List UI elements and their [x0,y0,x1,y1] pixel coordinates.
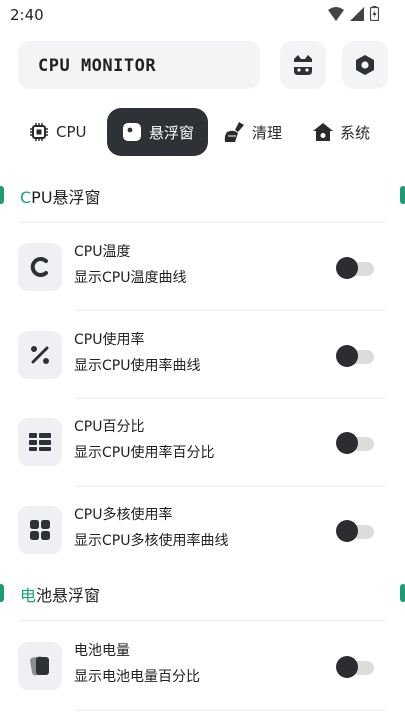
item-title: CPU多核使用率 [74,507,173,523]
tab-system[interactable]: 系统 [312,108,370,156]
list-item-cpu-percentage[interactable]: CPU百分比 显示CPU使用率百分比 [18,414,388,474]
list-item-cpu-usage[interactable]: CPU使用率 显示CPU使用率曲线 [18,327,388,387]
battery-cards-icon [18,642,62,690]
temperature-c-icon [18,243,62,291]
signal-icon [350,6,364,21]
status-bar: 2:40 [0,0,405,32]
toggle-cpu-percentage[interactable] [336,432,374,454]
four-squares-icon [18,506,62,554]
list-item-battery-level[interactable]: 电池电量 显示电池电量百分比 [18,638,388,698]
tab-clean[interactable]: 清理 [224,108,282,156]
divider [20,222,385,223]
item-subtitle: 显示CPU使用率曲线 [74,358,201,374]
top-bar: CPU MONITOR [18,41,390,89]
toggle-cpu-usage[interactable] [336,345,374,367]
section-title-battery: 电池悬浮窗 [20,586,101,605]
status-icons [328,6,379,21]
float-window-icon [121,121,143,143]
tab-label: 系统 [340,123,371,142]
edge-marker-right [400,584,405,602]
home-icon [312,121,334,143]
item-title: CPU百分比 [74,419,145,435]
tab-label: CPU [56,123,87,141]
theme-button[interactable] [280,41,326,89]
list-item-cpu-multicore[interactable]: CPU多核使用率 显示CPU多核使用率曲线 [18,502,388,562]
tab-float-window[interactable]: 悬浮窗 [107,108,209,156]
item-subtitle: 显示电池电量百分比 [74,669,200,685]
item-subtitle: 显示CPU温度曲线 [74,270,187,286]
divider [20,620,385,621]
divider [76,710,385,711]
list-item-cpu-temperature[interactable]: CPU温度 显示CPU温度曲线 [18,239,388,299]
section-title-cpu: CPU悬浮窗 [20,188,101,207]
wifi-icon [328,6,344,21]
toggle-battery-level[interactable] [336,656,374,678]
tab-cpu[interactable]: CPU [28,108,87,156]
settings-button[interactable] [342,41,388,89]
toggle-cpu-temperature[interactable] [336,257,374,279]
edge-marker-right [400,186,405,204]
item-title: CPU温度 [74,244,131,260]
edge-marker-left [0,584,4,602]
battery-icon [370,6,379,21]
item-title: 电池电量 [74,643,130,659]
divider [76,486,385,487]
toggle-cpu-multicore[interactable] [336,520,374,542]
edge-marker-left [0,186,4,204]
divider [76,398,385,399]
tab-label: 清理 [252,123,283,142]
tab-bar: CPU 悬浮窗 清理 系统 [14,108,394,158]
list-grid-icon [18,418,62,466]
broom-icon [224,121,246,143]
app-title-box: CPU MONITOR [18,41,260,89]
tab-label: 悬浮窗 [149,123,195,142]
chip-icon [28,121,50,143]
item-title: CPU使用率 [74,332,145,348]
hex-nut-icon [356,55,374,75]
divider [76,310,385,311]
app-title: CPU MONITOR [38,56,157,76]
item-subtitle: 显示CPU使用率百分比 [74,445,215,461]
item-subtitle: 显示CPU多核使用率曲线 [74,533,229,549]
cat-face-icon [293,55,313,75]
status-time: 2:40 [10,6,44,24]
percent-icon [18,331,62,379]
